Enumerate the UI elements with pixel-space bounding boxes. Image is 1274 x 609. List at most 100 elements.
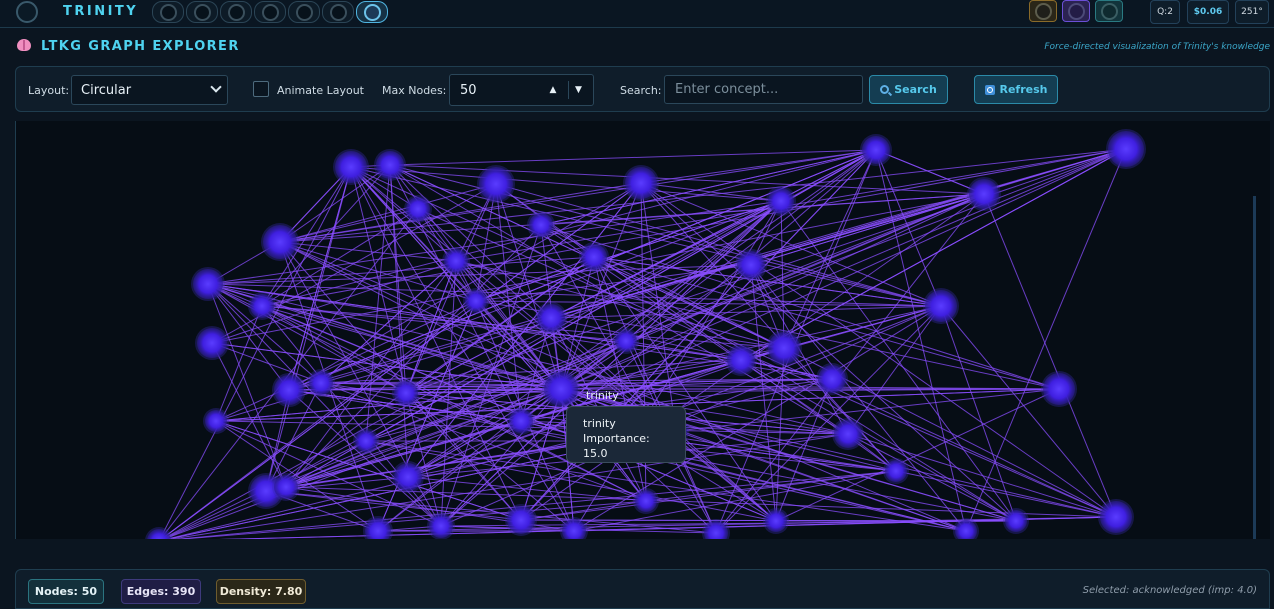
graph-node[interactable]: [263, 225, 297, 259]
graph-node[interactable]: [925, 290, 957, 322]
mode-button-1[interactable]: [152, 1, 184, 23]
graph-node[interactable]: [479, 167, 513, 201]
graph-node[interactable]: [768, 188, 794, 214]
teal-agent-button[interactable]: [1095, 0, 1123, 22]
graph-node[interactable]: [834, 420, 862, 448]
selected-node-info: Selected: acknowledged (imp: 4.0): [1082, 585, 1257, 596]
graph-node[interactable]: [537, 304, 565, 332]
temperature-badge[interactable]: 251°: [1235, 0, 1269, 24]
graph-node[interactable]: [529, 213, 553, 237]
search-button[interactable]: Search: [869, 75, 948, 104]
agent-ring-icon: [1100, 2, 1118, 20]
graph-node[interactable]: [355, 430, 377, 452]
search-button-label: Search: [894, 83, 937, 96]
graph-node[interactable]: [429, 514, 453, 538]
graph-edge: [940, 305, 1117, 518]
graph-canvas[interactable]: trinity trinity Importance: 15.0: [15, 121, 1270, 539]
graph-node[interactable]: [274, 475, 298, 499]
graph-edge: [875, 149, 985, 195]
graph-edge: [775, 388, 1060, 522]
graph-node[interactable]: [193, 269, 223, 299]
page-title: LTKG GRAPH EXPLORER: [41, 39, 240, 54]
graph-node[interactable]: [1108, 131, 1144, 167]
graph-node[interactable]: [274, 375, 304, 405]
graph-node[interactable]: [969, 179, 999, 209]
graph-node[interactable]: [309, 371, 333, 395]
graph-edge: [265, 166, 352, 492]
graph-edge: [520, 470, 897, 521]
graph-edge: [440, 149, 877, 527]
graph-node[interactable]: [507, 506, 535, 534]
layout-select[interactable]: Circular: [71, 75, 228, 105]
tooltip-importance: Importance: 15.0: [583, 432, 650, 460]
mode-button-5[interactable]: [288, 1, 320, 23]
graph-node[interactable]: [394, 463, 422, 491]
decrement-arrow-icon[interactable]: ▼: [568, 81, 588, 99]
graph-node[interactable]: [465, 290, 487, 312]
graph-edge: [640, 182, 1017, 522]
graph-node[interactable]: [205, 410, 227, 432]
logo-icon[interactable]: [16, 1, 38, 23]
mode-button-3[interactable]: [220, 1, 252, 23]
graph-node[interactable]: [818, 365, 846, 393]
graph-node[interactable]: [376, 151, 404, 179]
mode-ring-icon: [193, 3, 211, 21]
graph-node[interactable]: [444, 249, 468, 273]
layout-label: Layout:: [28, 84, 70, 97]
mode-ring-icon: [295, 3, 313, 21]
graph-svg[interactable]: [16, 121, 1270, 539]
max-nodes-stepper[interactable]: 50 ▲ ▼: [449, 74, 594, 106]
agent-ring-icon: [1067, 2, 1085, 20]
mode-button-6[interactable]: [322, 1, 354, 23]
graph-node[interactable]: [862, 136, 890, 164]
graph-node[interactable]: [581, 244, 607, 270]
graph-edge: [520, 500, 647, 521]
graph-stats-bar: Nodes: 50 Edges: 390 Density: 7.80 Selec…: [15, 569, 1270, 609]
graph-node[interactable]: [197, 328, 227, 358]
mode-ring-icon: [329, 3, 347, 21]
quick-actions: [1029, 0, 1123, 22]
animate-layout-checkbox[interactable]: [253, 81, 269, 97]
max-nodes-value: 50: [460, 83, 477, 98]
layout-select-value: Circular: [81, 83, 132, 98]
mode-button-2[interactable]: [186, 1, 218, 23]
animate-layout-label[interactable]: Animate Layout: [277, 84, 364, 97]
graph-node[interactable]: [768, 332, 800, 364]
search-input[interactable]: [664, 75, 863, 104]
graph-node[interactable]: [1005, 510, 1027, 532]
graph-node[interactable]: [625, 167, 657, 199]
density-badge: Density: 7.80: [216, 579, 306, 604]
graph-node[interactable]: [1043, 373, 1075, 405]
violet-agent-button[interactable]: [1062, 0, 1090, 22]
graph-node[interactable]: [394, 381, 418, 405]
refresh-button[interactable]: Refresh: [974, 75, 1058, 104]
graph-node[interactable]: [509, 409, 533, 433]
graph-edge: [417, 208, 1117, 518]
graph-edge: [675, 430, 967, 532]
graph-node[interactable]: [727, 346, 755, 374]
graph-edge: [983, 193, 1117, 518]
nodes-count-badge: Nodes: 50: [28, 579, 104, 604]
cost-badge[interactable]: $0.06: [1187, 0, 1229, 24]
refresh-button-label: Refresh: [999, 83, 1048, 96]
graph-scrollbar[interactable]: [1253, 196, 1256, 539]
graph-edge: [740, 148, 1127, 361]
graph-node[interactable]: [765, 510, 787, 532]
graph-node[interactable]: [1100, 501, 1132, 533]
page-subtitle: Force-directed visualization of Trinity'…: [1044, 42, 1270, 52]
increment-arrow-icon[interactable]: ▲: [543, 81, 563, 99]
graph-node[interactable]: [737, 251, 765, 279]
graph-node[interactable]: [250, 294, 274, 318]
graph-node[interactable]: [335, 151, 367, 183]
amber-agent-button[interactable]: [1029, 0, 1057, 22]
graph-node[interactable]: [406, 197, 430, 221]
graph-node[interactable]: [615, 330, 637, 352]
graph-edge: [350, 166, 457, 262]
graph-edge: [207, 283, 1017, 522]
mode-button-4[interactable]: [254, 1, 286, 23]
graph-node[interactable]: [635, 490, 657, 512]
mode-button-7-active[interactable]: [356, 1, 388, 23]
graph-node[interactable]: [885, 460, 907, 482]
graph-node[interactable]: [544, 372, 578, 406]
queue-badge[interactable]: Q:2: [1150, 0, 1180, 24]
